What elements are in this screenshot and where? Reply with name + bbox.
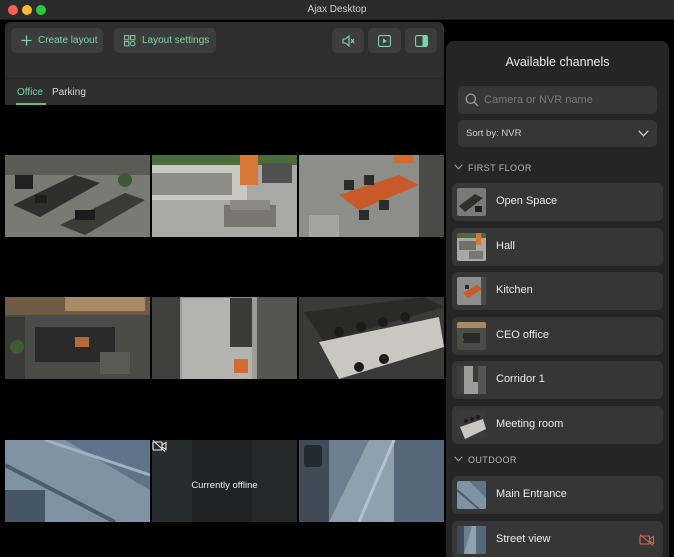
camera-tile-hall[interactable]: [152, 155, 297, 237]
window-title: Ajax Desktop: [307, 4, 367, 15]
mute-icon: [341, 34, 354, 47]
sort-label: Sort by: NVR: [466, 128, 522, 139]
channel-item-street-view[interactable]: Street view: [452, 521, 663, 557]
window-titlebar: Ajax Desktop: [0, 0, 674, 20]
play-icon: [378, 34, 391, 47]
layout-tabs: Office Parking: [5, 78, 444, 105]
panel-toggle-icon: [414, 34, 428, 47]
layout-settings-button[interactable]: Layout settings: [114, 28, 216, 53]
channel-item-open-space[interactable]: Open Space: [452, 183, 663, 221]
chevron-down-icon: [454, 456, 463, 462]
available-channels-panel: Available channels Sort by: NVR FIRST FL…: [446, 41, 669, 557]
channel-item-ceo-office[interactable]: CEO office: [452, 317, 663, 355]
create-layout-button[interactable]: Create layout: [11, 28, 103, 53]
camera-tile-kitchen[interactable]: [299, 155, 444, 237]
offline-status-text: Currently offline: [191, 479, 258, 491]
camera-off-icon: [639, 534, 655, 546]
camera-tile-meeting-room[interactable]: [299, 297, 444, 379]
search-icon: [465, 93, 479, 107]
channel-thumbnail: [457, 188, 486, 216]
camera-tile-open-space[interactable]: [5, 155, 150, 237]
camera-tile-ceo-office[interactable]: [5, 297, 150, 379]
channel-item-main-entrance[interactable]: Main Entrance: [452, 476, 663, 514]
channel-thumbnail: [457, 322, 486, 350]
layout-toolbar: Create layout Layout settings: [5, 22, 444, 78]
play-button[interactable]: [368, 28, 401, 53]
camera-tile-street-view[interactable]: [299, 440, 444, 522]
tab-parking[interactable]: Parking: [52, 87, 86, 98]
channel-thumbnail: [457, 277, 486, 305]
channel-item-kitchen[interactable]: Kitchen: [452, 272, 663, 310]
group-header-outdoor[interactable]: OUTDOOR: [454, 455, 517, 465]
group-header-first-floor[interactable]: FIRST FLOOR: [454, 163, 532, 173]
camera-tile-main-entrance[interactable]: [5, 440, 150, 522]
chevron-down-icon: [454, 164, 463, 170]
panel-title: Available channels: [505, 55, 610, 69]
camera-off-icon: [152, 440, 167, 452]
layout-settings-label: Layout settings: [142, 35, 210, 46]
channel-search-input[interactable]: [484, 86, 652, 114]
channel-item-hall[interactable]: Hall: [452, 228, 663, 266]
channel-thumbnail: [457, 526, 486, 554]
panel-toggle-button[interactable]: [405, 28, 437, 53]
create-layout-label: Create layout: [38, 35, 98, 46]
active-tab-indicator: [16, 103, 46, 105]
channel-item-corridor-1[interactable]: Corridor 1: [452, 361, 663, 399]
tab-office[interactable]: Office: [17, 87, 43, 98]
channel-thumbnail: [457, 233, 486, 261]
mute-button[interactable]: [332, 28, 364, 53]
chevron-down-icon: [638, 130, 649, 137]
camera-tile-corridor[interactable]: [152, 297, 297, 379]
sort-dropdown[interactable]: Sort by: NVR: [458, 120, 657, 147]
channel-search-box[interactable]: [458, 86, 657, 114]
channel-thumbnail: [457, 411, 486, 439]
layout-grid-icon: [124, 34, 136, 46]
plus-icon: [21, 35, 32, 46]
channel-item-meeting-room[interactable]: Meeting room: [452, 406, 663, 444]
channel-thumbnail: [457, 366, 486, 394]
camera-tile-offline[interactable]: Currently offline: [152, 440, 297, 522]
channel-thumbnail: [457, 481, 486, 509]
